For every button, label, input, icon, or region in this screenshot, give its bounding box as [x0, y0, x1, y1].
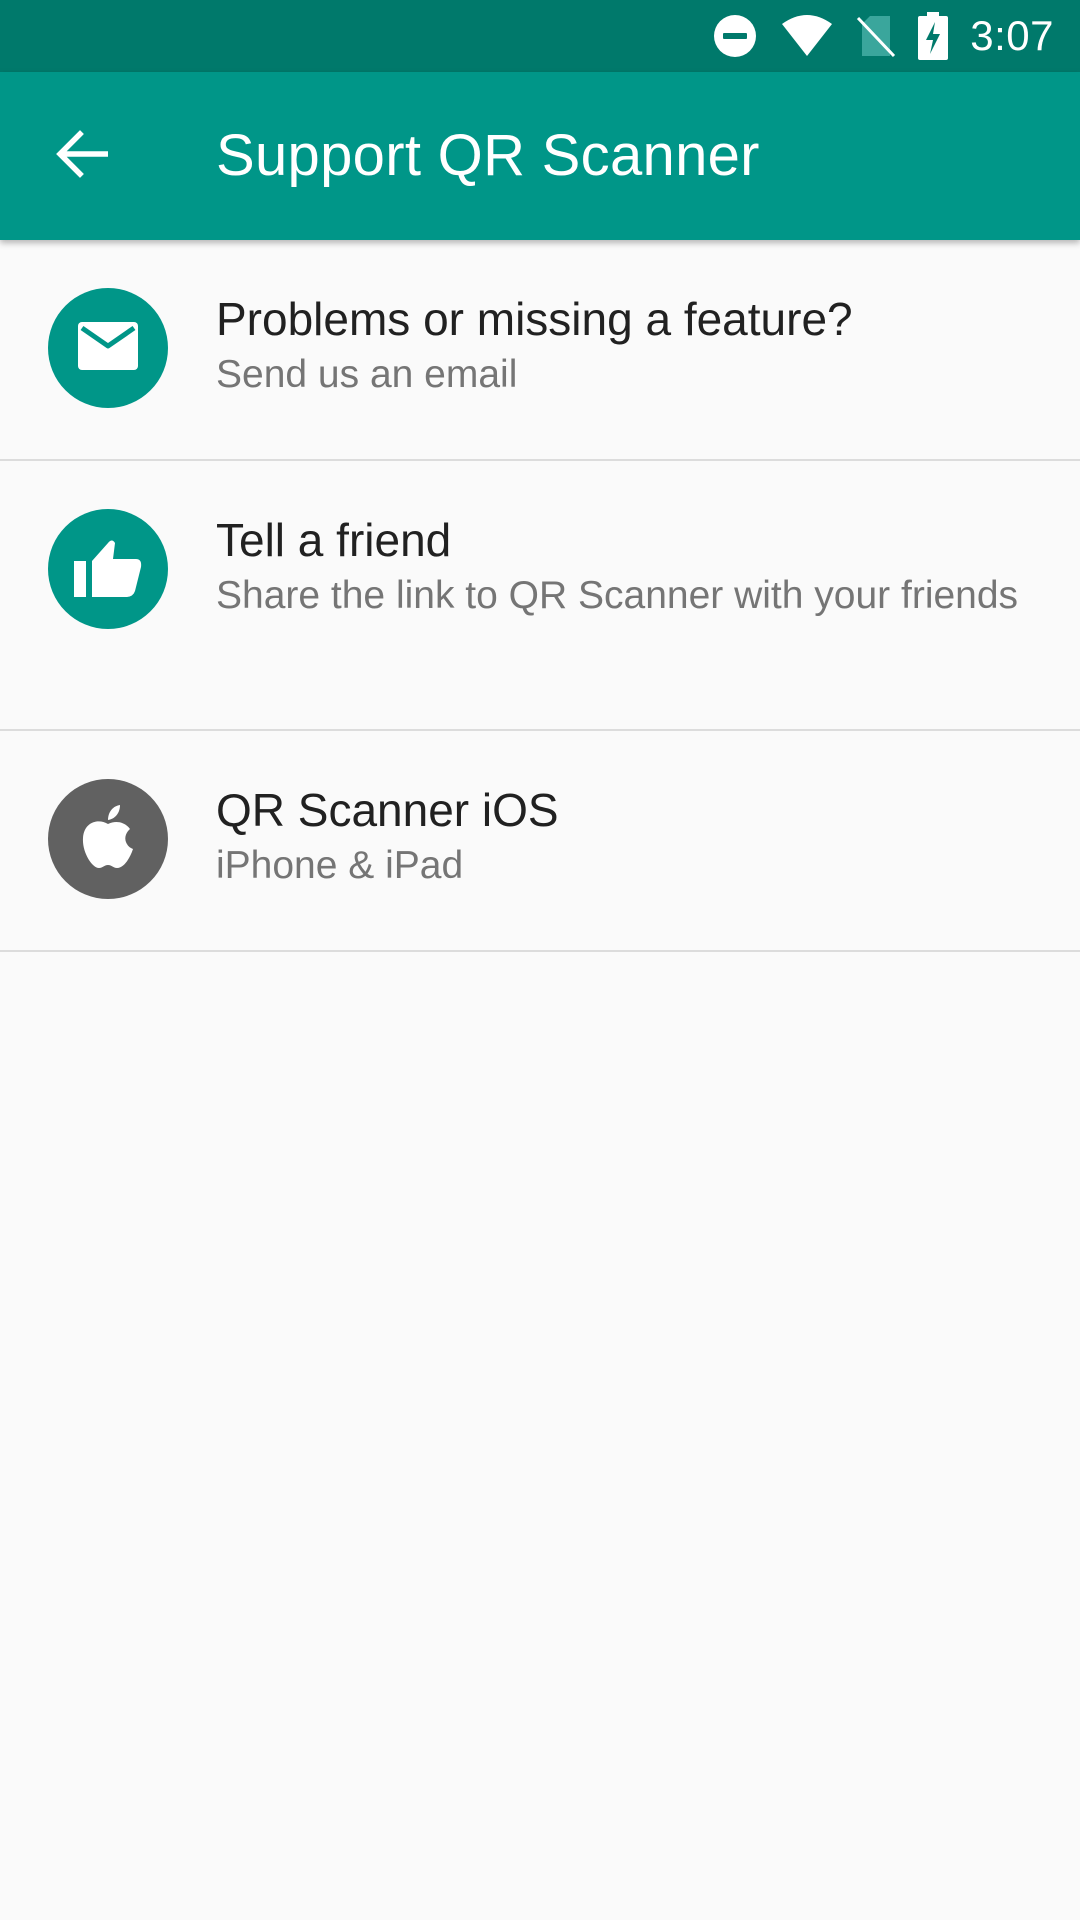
wifi-icon	[780, 14, 834, 58]
email-avatar	[48, 288, 168, 408]
status-bar: 3:07	[0, 0, 1080, 72]
apple-icon	[80, 804, 136, 875]
status-clock: 3:07	[970, 12, 1054, 59]
list-item-title: Tell a friend	[216, 514, 452, 566]
thumbs-up-icon	[74, 537, 142, 602]
list-item-subtitle: Share the link to QR Scanner with your f…	[216, 574, 1019, 617]
list-item-tell-a-friend[interactable]: Tell a friend Share the link to QR Scann…	[0, 461, 1080, 731]
no-sim-icon	[856, 14, 896, 58]
do-not-disturb-icon	[712, 13, 758, 59]
email-icon	[78, 321, 138, 375]
list-item-title: Problems or missing a feature?	[216, 293, 853, 345]
list-item-title: QR Scanner iOS	[216, 784, 559, 836]
list-item-subtitle: iPhone & iPad	[216, 844, 464, 887]
list-item-subtitle: Send us an email	[216, 353, 518, 396]
arrow-back-icon	[56, 129, 109, 183]
support-options-list: Problems or missing a feature? Send us a…	[0, 240, 1080, 952]
list-item-email-support[interactable]: Problems or missing a feature? Send us a…	[0, 240, 1080, 461]
page-title: Support QR Scanner	[216, 123, 760, 188]
apple-avatar	[48, 779, 168, 899]
app-bar: Support QR Scanner	[0, 72, 1080, 240]
list-item-qr-scanner-ios[interactable]: QR Scanner iOS iPhone & iPad	[0, 731, 1080, 952]
thumbs-up-avatar	[48, 509, 168, 629]
back-button[interactable]	[34, 112, 130, 200]
battery-charging-icon	[918, 12, 949, 60]
